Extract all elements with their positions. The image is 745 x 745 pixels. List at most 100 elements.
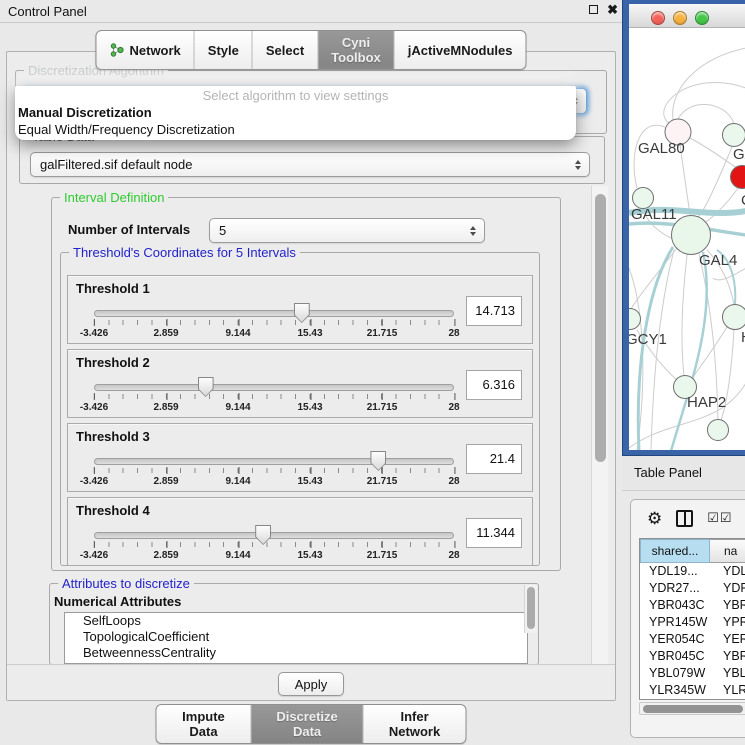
table-panel-title: Table Panel <box>634 465 702 480</box>
network-node[interactable] <box>671 215 711 255</box>
attribute-list-item[interactable]: TopologicalCoefficient <box>65 629 527 645</box>
dropdown-option-equal-width-frequency[interactable]: Equal Width/Frequency Discretization <box>15 121 576 138</box>
table-row[interactable]: YBR045C YBR0 <box>640 648 745 665</box>
table-row[interactable]: YDR27... YDR2 <box>640 580 745 597</box>
cell-name[interactable]: YBR0 <box>710 597 745 614</box>
attribute-list-item[interactable]: SelfLoops <box>65 613 527 629</box>
cell-shared-name[interactable]: YPR145W <box>640 614 710 631</box>
zoom-traffic-light-icon[interactable] <box>695 11 709 25</box>
select-checkboxes-icon[interactable]: ☑☑ <box>707 510 732 526</box>
tick-label: 15.43 <box>297 468 322 487</box>
cell-name[interactable]: YBL0 <box>710 665 745 682</box>
table-data-combobox[interactable]: galFiltered.sif default node <box>30 152 590 177</box>
tab-impute-data[interactable]: Impute Data <box>157 705 251 743</box>
cell-shared-name[interactable]: YBR045C <box>640 648 710 665</box>
slider-track[interactable] <box>94 384 454 391</box>
tab-infer-network[interactable]: Infer Network <box>363 705 466 743</box>
cell-name[interactable]: YBR0 <box>710 648 745 665</box>
column-header-shared-name[interactable]: shared... <box>640 539 710 563</box>
slider-tick-scale: -3.426 2.859 9.144 15.43 21. <box>94 542 454 548</box>
slider-track[interactable] <box>94 310 454 317</box>
cell-shared-name[interactable]: YDL19... <box>640 563 710 580</box>
node-table[interactable]: shared... na YDL19... YDL1 YDR27... YDR2… <box>639 538 745 700</box>
threshold-value-field[interactable]: 11.344 <box>466 518 522 548</box>
attributes-list-scrollbar[interactable] <box>524 585 537 633</box>
tick-label: 2.859 <box>153 394 178 413</box>
threshold-slider[interactable]: -3.426 2.859 9.144 15.43 21. <box>94 306 454 342</box>
table-row[interactable]: YBR043C YBR0 <box>640 597 745 614</box>
table-row[interactable]: YER054C YER0 <box>640 631 745 648</box>
tab-label: jActiveMNodules <box>408 43 513 58</box>
network-window-titlebar[interactable] <box>629 4 745 28</box>
threshold-label: Threshold 1 <box>76 281 150 296</box>
number-of-intervals-combobox[interactable]: 5 <box>209 218 485 243</box>
cell-shared-name[interactable]: YIL052C <box>640 699 710 700</box>
close-icon[interactable]: ✖ <box>607 4 618 15</box>
cell-shared-name[interactable]: YDR27... <box>640 580 710 597</box>
network-node[interactable] <box>722 123 745 147</box>
minimize-traffic-light-icon[interactable] <box>673 11 687 25</box>
network-view-window: GAL80 GA C GAL11 GAL4 GCY1 H HAP2 <box>622 0 745 456</box>
interval-definition-group: Interval Definition Number of Intervals … <box>51 197 561 571</box>
dropdown-placeholder-item[interactable]: Select algorithm to view settings <box>15 88 576 104</box>
numerical-attributes-list[interactable]: SelfLoops TopologicalCoefficient Between… <box>64 612 528 664</box>
table-row[interactable]: YLR345W YLR3 <box>640 682 745 699</box>
cell-shared-name[interactable]: YLR345W <box>640 682 710 699</box>
threshold-slider[interactable]: -3.426 2.859 9.144 15.43 21. <box>94 454 454 490</box>
table-row[interactable]: YDL19... YDL1 <box>640 563 745 580</box>
table-panel-header: Table Panel <box>622 456 745 491</box>
cell-name[interactable]: YPR1 <box>710 614 745 631</box>
threshold-value-field[interactable]: 21.4 <box>466 444 522 474</box>
cell-shared-name[interactable]: YBR043C <box>640 597 710 614</box>
tick-label: 2.859 <box>153 468 178 487</box>
slider-track[interactable] <box>94 458 454 465</box>
tab-network[interactable]: Network <box>96 31 193 69</box>
cell-name[interactable]: YDR2 <box>710 580 745 597</box>
threshold-value-field[interactable]: 14.713 <box>466 296 522 326</box>
tick-label: 15.43 <box>297 394 322 413</box>
cell-shared-name[interactable]: YER054C <box>640 631 710 648</box>
network-node[interactable] <box>707 419 729 441</box>
tab-discretize-data[interactable]: Discretize Data <box>250 705 362 743</box>
table-row[interactable]: YIL052C YIL0 <box>640 699 745 700</box>
network-node[interactable] <box>722 304 745 330</box>
threshold-value-field[interactable]: 6.316 <box>466 370 522 400</box>
table-header-row: shared... na <box>640 539 745 563</box>
threshold-slider[interactable]: -3.426 2.859 9.144 15.43 21. <box>94 380 454 416</box>
table-row[interactable]: YBL079W YBL0 <box>640 665 745 682</box>
tick-label: 28 <box>448 468 459 487</box>
tab-select[interactable]: Select <box>252 31 317 69</box>
dropdown-option-manual-discretization[interactable]: Manual Discretization <box>15 104 576 121</box>
algorithm-dropdown-popup: Select algorithm to view settings Manual… <box>15 86 576 140</box>
apply-bar: Apply <box>7 664 615 700</box>
table-data-selected-value: galFiltered.sif default node <box>40 157 192 172</box>
combo-stepper-icon <box>470 226 476 236</box>
cell-name[interactable]: YIL0 <box>710 699 745 700</box>
settings-vertical-scrollbar[interactable] <box>591 186 608 664</box>
apply-button[interactable]: Apply <box>278 672 344 696</box>
table-data-group: Table Data galFiltered.sif default node <box>19 136 605 184</box>
table-horizontal-scrollbar[interactable] <box>639 702 745 715</box>
close-traffic-light-icon[interactable] <box>651 11 665 25</box>
attribute-list-item[interactable]: BetweennessCentrality <box>65 645 527 661</box>
network-canvas[interactable]: GAL80 GA C GAL11 GAL4 GCY1 H HAP2 <box>629 28 745 450</box>
slider-track[interactable] <box>94 532 454 539</box>
algorithm-settings-area: Interval Definition Number of Intervals … <box>7 186 611 664</box>
split-columns-icon[interactable] <box>676 510 693 527</box>
scrollbar-thumb[interactable] <box>643 705 743 713</box>
float-window-icon[interactable] <box>589 5 598 14</box>
scrollbar-thumb[interactable] <box>595 194 606 462</box>
cell-name[interactable]: YER0 <box>710 631 745 648</box>
tab-style[interactable]: Style <box>194 31 252 69</box>
gear-icon[interactable]: ⚙ <box>647 510 662 527</box>
tab-cyni-toolbox[interactable]: Cyni Toolbox <box>317 31 394 69</box>
column-header-name[interactable]: na <box>710 539 745 563</box>
table-row[interactable]: YPR145W YPR1 <box>640 614 745 631</box>
cell-shared-name[interactable]: YBL079W <box>640 665 710 682</box>
cell-name[interactable]: YLR3 <box>710 682 745 699</box>
tick-label: 9.144 <box>225 320 250 339</box>
group-title: Interval Definition <box>60 190 168 205</box>
cell-name[interactable]: YDL1 <box>710 563 745 580</box>
tab-jactivemnodules[interactable]: jActiveMNodules <box>394 31 526 69</box>
threshold-slider[interactable]: -3.426 2.859 9.144 15.43 21. <box>94 528 454 564</box>
